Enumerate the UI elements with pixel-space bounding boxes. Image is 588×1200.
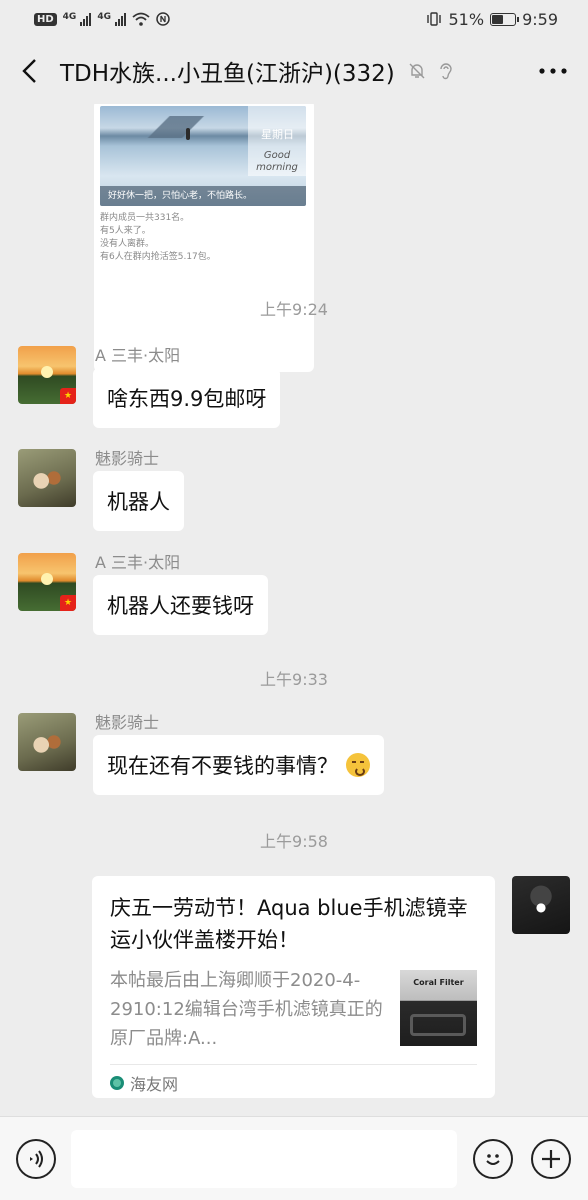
title-status-icons (407, 61, 455, 81)
message-row: ★ A 三丰·太阳 啥东西9.9包邮呀 (18, 346, 281, 428)
sender-name: 魅影骑士 (95, 449, 160, 468)
chat-area[interactable]: 星期日 Good morning 好好休一把，只怕心老，不怕路长。 群内成员一共… (0, 104, 588, 1116)
link-title: 庆五一劳动节！Aqua blue手机滤镜幸运小伙伴盖楼开始！ (110, 896, 468, 952)
message-row: ★ A 三丰·太阳 机器人还要钱呀 (18, 553, 268, 635)
group-stats: 群内成员一共331名。 有5人来了。 没有人离群。 有6人在群内抢活签5.17包… (100, 212, 308, 264)
mute-bell-icon (409, 63, 425, 79)
stat-line: 有5人来了。 (100, 226, 151, 236)
message-body: A 三丰·太阳 机器人还要钱呀 (93, 553, 268, 635)
filter-clip-shape (410, 1014, 466, 1036)
emoji-button[interactable] (473, 1138, 513, 1179)
message-body: 魅影骑士 机器人 (93, 449, 184, 531)
morning-greeting-image[interactable]: 星期日 Good morning 好好休一把，只怕心老，不怕路长。 (100, 106, 306, 206)
status-left: HD 4G 4G (34, 12, 170, 26)
more-icon (539, 68, 567, 74)
sun-shape (41, 366, 53, 378)
network-type-2: 4G (97, 12, 111, 22)
dog-avatar[interactable] (18, 449, 76, 507)
plus-icon (542, 1149, 560, 1168)
timestamp: 上午9:24 (260, 300, 328, 319)
network-type-1: 4G (62, 12, 77, 22)
sunset-avatar[interactable]: ★ (18, 346, 76, 404)
caption-strip: 好好休一把，只怕心老，不怕路长。 (100, 186, 306, 206)
voice-icon (30, 1149, 43, 1168)
sender-name: A 三丰·太阳 (95, 553, 181, 572)
plus-button[interactable] (531, 1138, 571, 1179)
shared-link-card[interactable]: 庆五一劳动节！Aqua blue手机滤镜幸运小伙伴盖楼开始！ 本帖最后由上海卿顺… (92, 876, 495, 1098)
vibrate-icon (426, 12, 441, 26)
more-button[interactable] (528, 53, 568, 89)
message-bubble[interactable]: 啥东西9.9包邮呀 (93, 368, 281, 428)
timestamp: 上午9:33 (260, 670, 328, 689)
self-avatar[interactable] (512, 876, 570, 934)
mountain-shape (100, 116, 250, 138)
dog-avatar[interactable] (18, 713, 76, 771)
china-flag-icon: ★ (60, 595, 76, 611)
sun-shape (41, 573, 53, 585)
emoji-icon (486, 1153, 500, 1165)
stat-line: 有6人在群内抢活签5.17包。 (100, 252, 216, 262)
message-bubble[interactable]: 现在还有不要钱的事情？ (93, 735, 384, 795)
sender-name: A 三丰·太阳 (95, 346, 181, 365)
wifi-icon (132, 12, 150, 26)
message-body: A 三丰·太阳 啥东西9.9包邮呀 (93, 346, 281, 428)
previous-image-card[interactable]: 星期日 Good morning 好好休一把，只怕心老，不怕路长。 群内成员一共… (94, 104, 314, 372)
battery-percent: 51% (448, 9, 485, 29)
back-button[interactable] (20, 53, 56, 89)
timestamp: 上午9:58 (260, 832, 328, 851)
weekday-text: 星期日 (261, 128, 294, 141)
link-source: 海友网 (110, 1065, 477, 1101)
status-bar: HD 4G 4G 51% 9:59 (0, 0, 588, 38)
hd-badge: HD (34, 12, 57, 26)
nfc-icon (156, 12, 170, 26)
signal-icon-2 (114, 12, 126, 26)
source-logo-icon (110, 1076, 124, 1090)
message-text: 现在还有不要钱的事情？ (107, 754, 338, 778)
back-icon (22, 59, 36, 83)
message-bubble[interactable]: 机器人 (93, 471, 184, 531)
stat-line: 群内成员一共331名。 (100, 213, 190, 223)
voice-button[interactable] (16, 1138, 56, 1179)
input-bar (0, 1116, 588, 1200)
greeting-text: Good morning (256, 150, 298, 173)
signal-icon-1 (80, 12, 92, 26)
chat-title: TDH水族...小丑鱼(江浙沪)(332) (60, 61, 395, 87)
sender-name: 魅影骑士 (95, 713, 160, 732)
ear-icon (440, 63, 452, 80)
message-row: 魅影骑士 现在还有不要钱的事情？ (18, 713, 384, 795)
person-figure (186, 128, 190, 140)
battery-icon (490, 12, 520, 26)
link-description: 本帖最后由上海卿顺于2020-4-2910:12编辑台湾手机滤镜真正的原厂品牌:… (110, 970, 383, 1049)
source-name: 海友网 (130, 1075, 179, 1094)
status-right: 51% 9:59 (425, 9, 558, 29)
message-bubble[interactable]: 机器人还要钱呀 (93, 575, 268, 635)
message-body: 魅影骑士 现在还有不要钱的事情？ (93, 713, 384, 795)
stat-line: 没有人离群。 (100, 239, 155, 249)
message-row: 魅影骑士 机器人 (18, 449, 184, 531)
link-thumbnail: Coral Filter (400, 970, 477, 1046)
message-input[interactable] (71, 1129, 457, 1188)
shushing-face-icon (346, 753, 370, 777)
chat-header: TDH水族...小丑鱼(江浙沪)(332) (0, 38, 588, 104)
sunset-avatar[interactable]: ★ (18, 553, 76, 611)
thumbnail-label: Coral Filter (413, 978, 464, 987)
link-content: 本帖最后由上海卿顺于2020-4-2910:12编辑台湾手机滤镜真正的原厂品牌:… (110, 966, 477, 1054)
clock: 9:59 (522, 9, 558, 29)
china-flag-icon: ★ (60, 388, 76, 404)
